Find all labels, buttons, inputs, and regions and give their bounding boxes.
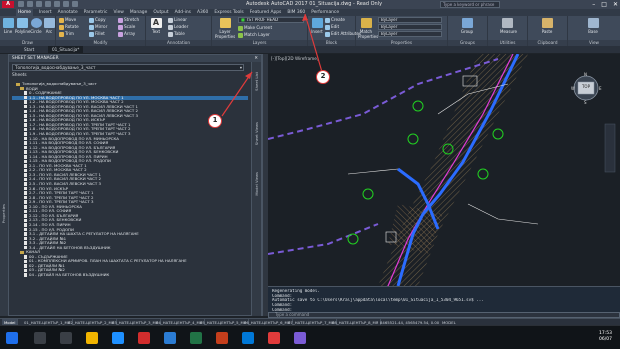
app-icon[interactable] xyxy=(294,332,306,344)
windows-taskbar: 17:53 06/07 xyxy=(0,325,620,349)
browser-icon[interactable] xyxy=(112,332,124,344)
autocad-taskbar-icon[interactable] xyxy=(138,332,150,344)
command-history: Regenerating model. Command: Automatic s… xyxy=(268,286,620,312)
start-icon[interactable] xyxy=(6,332,18,344)
callout-marker-2: 2 xyxy=(316,70,330,84)
callout-arrow-1 xyxy=(221,71,253,117)
system-tray[interactable]: 17:53 06/07 xyxy=(599,331,612,343)
search-icon[interactable] xyxy=(34,332,46,344)
callout-arrow-2 xyxy=(304,13,323,73)
word-icon[interactable] xyxy=(164,332,176,344)
callout-marker-1: 1 xyxy=(208,114,222,128)
file-explorer-icon[interactable] xyxy=(86,332,98,344)
powerpoint-icon[interactable] xyxy=(216,332,228,344)
layout-tabs: Model 01_НАТЕ-ЦЕНТЪР_1_МЯ 02_НАТЕ-ЦЕНТЪР… xyxy=(0,318,620,326)
outlook-icon[interactable] xyxy=(242,332,254,344)
excel-icon[interactable] xyxy=(190,332,202,344)
acrobat-icon[interactable] xyxy=(268,332,280,344)
clock-date: 06/07 xyxy=(599,337,612,342)
arrowhead-2 xyxy=(302,14,308,21)
task-view-icon[interactable] xyxy=(60,332,72,344)
arrowhead-1 xyxy=(245,72,252,79)
